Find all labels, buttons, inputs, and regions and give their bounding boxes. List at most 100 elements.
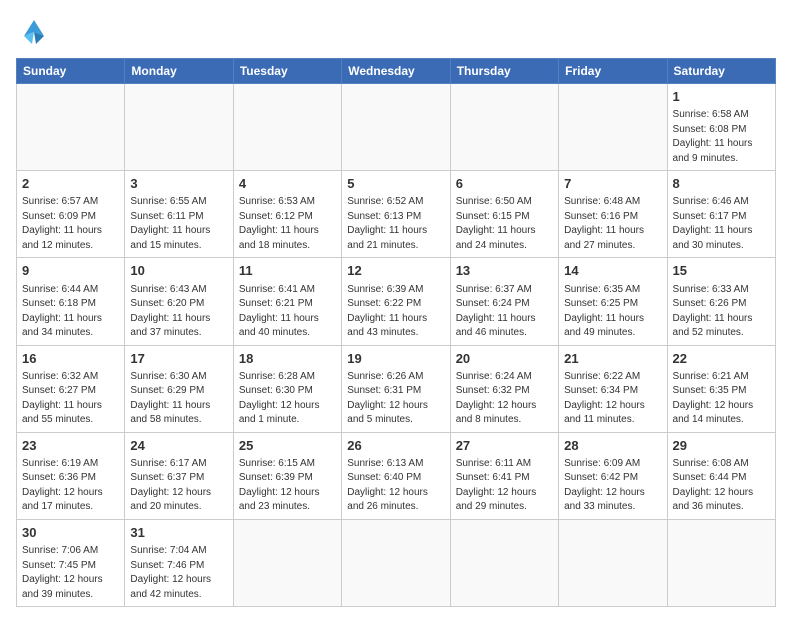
day-number: 8: [673, 175, 770, 193]
day-number: 5: [347, 175, 444, 193]
day-info: Sunrise: 6:46 AM Sunset: 6:17 PM Dayligh…: [673, 195, 770, 253]
day-number: 21: [564, 350, 661, 368]
calendar-cell: 2 Sunrise: 6:57 AM Sunset: 6:09 PM Daylig…: [17, 171, 125, 258]
calendar-cell: 20 Sunrise: 6:24 AM Sunset: 6:32 PM Dayli…: [450, 345, 558, 432]
day-number: 12: [347, 262, 444, 280]
calendar-cell: 6 Sunrise: 6:50 AM Sunset: 6:15 PM Daylig…: [450, 171, 558, 258]
calendar-cell: 1 Sunrise: 6:58 AM Sunset: 6:08 PM Daylig…: [667, 84, 775, 171]
calendar-week-row: 30Sunrise: 7:06 AM Sunset: 7:45 PM Dayli…: [17, 519, 776, 606]
day-info: Sunrise: 6:11 AM Sunset: 6:41 PM Dayligh…: [456, 457, 553, 515]
calendar-week-row: 9Sunrise: 6:44 AM Sunset: 6:18 PM Daylig…: [17, 258, 776, 345]
weekday-header-row: SundayMondayTuesdayWednesdayThursdayFrid…: [17, 59, 776, 84]
day-number: 20: [456, 350, 553, 368]
calendar-cell: 28Sunrise: 6:09 AM Sunset: 6:42 PM Dayli…: [559, 432, 667, 519]
calendar-cell: [450, 519, 558, 606]
calendar-cell: [17, 84, 125, 171]
weekday-header-friday: Friday: [559, 59, 667, 84]
day-info: Sunrise: 6:21 AM Sunset: 6:35 PM Dayligh…: [673, 370, 770, 428]
calendar-cell: 12 Sunrise: 6:39 AM Sunset: 6:22 PM Dayli…: [342, 258, 450, 345]
day-number: 27: [456, 437, 553, 455]
day-number: 4: [239, 175, 336, 193]
calendar-cell: 27 Sunrise: 6:11 AM Sunset: 6:41 PM Dayli…: [450, 432, 558, 519]
day-info: Sunrise: 6:13 AM Sunset: 6:40 PM Dayligh…: [347, 457, 444, 515]
calendar-cell: [559, 519, 667, 606]
day-info: Sunrise: 6:35 AM Sunset: 6:25 PM Dayligh…: [564, 283, 661, 341]
calendar-table: SundayMondayTuesdayWednesdayThursdayFrid…: [16, 58, 776, 607]
calendar-cell: 15Sunrise: 6:33 AM Sunset: 6:26 PM Dayli…: [667, 258, 775, 345]
calendar-cell: [233, 84, 341, 171]
day-info: Sunrise: 6:55 AM Sunset: 6:11 PM Dayligh…: [130, 195, 227, 253]
weekday-header-saturday: Saturday: [667, 59, 775, 84]
day-number: 22: [673, 350, 770, 368]
day-info: Sunrise: 6:26 AM Sunset: 6:31 PM Dayligh…: [347, 370, 444, 428]
day-number: 7: [564, 175, 661, 193]
calendar-cell: 3 Sunrise: 6:55 AM Sunset: 6:11 PM Daylig…: [125, 171, 233, 258]
day-number: 6: [456, 175, 553, 193]
calendar-cell: [667, 519, 775, 606]
calendar-cell: [233, 519, 341, 606]
day-number: 18: [239, 350, 336, 368]
day-number: 10: [130, 262, 227, 280]
day-number: 26: [347, 437, 444, 455]
day-info: Sunrise: 6:22 AM Sunset: 6:34 PM Dayligh…: [564, 370, 661, 428]
calendar-week-row: 2 Sunrise: 6:57 AM Sunset: 6:09 PM Daylig…: [17, 171, 776, 258]
day-number: 15: [673, 262, 770, 280]
day-info: Sunrise: 6:48 AM Sunset: 6:16 PM Dayligh…: [564, 195, 661, 253]
day-info: Sunrise: 6:08 AM Sunset: 6:44 PM Dayligh…: [673, 457, 770, 515]
weekday-header-monday: Monday: [125, 59, 233, 84]
day-number: 11: [239, 262, 336, 280]
calendar-cell: 26 Sunrise: 6:13 AM Sunset: 6:40 PM Dayli…: [342, 432, 450, 519]
calendar-cell: 9Sunrise: 6:44 AM Sunset: 6:18 PM Daylig…: [17, 258, 125, 345]
day-info: Sunrise: 7:06 AM Sunset: 7:45 PM Dayligh…: [22, 544, 119, 602]
weekday-header-tuesday: Tuesday: [233, 59, 341, 84]
logo-icon: [16, 16, 52, 48]
calendar-week-row: 23 Sunrise: 6:19 AM Sunset: 6:36 PM Dayli…: [17, 432, 776, 519]
calendar-cell: [450, 84, 558, 171]
day-number: 23: [22, 437, 119, 455]
calendar-cell: 17 Sunrise: 6:30 AM Sunset: 6:29 PM Dayli…: [125, 345, 233, 432]
calendar-cell: 21 Sunrise: 6:22 AM Sunset: 6:34 PM Dayli…: [559, 345, 667, 432]
calendar-cell: 29 Sunrise: 6:08 AM Sunset: 6:44 PM Dayli…: [667, 432, 775, 519]
calendar-cell: 4 Sunrise: 6:53 AM Sunset: 6:12 PM Daylig…: [233, 171, 341, 258]
day-number: 2: [22, 175, 119, 193]
day-info: Sunrise: 6:15 AM Sunset: 6:39 PM Dayligh…: [239, 457, 336, 515]
day-info: Sunrise: 6:28 AM Sunset: 6:30 PM Dayligh…: [239, 370, 336, 428]
day-info: Sunrise: 6:17 AM Sunset: 6:37 PM Dayligh…: [130, 457, 227, 515]
day-number: 3: [130, 175, 227, 193]
calendar-cell: 24Sunrise: 6:17 AM Sunset: 6:37 PM Dayli…: [125, 432, 233, 519]
day-info: Sunrise: 6:39 AM Sunset: 6:22 PM Dayligh…: [347, 283, 444, 341]
calendar-cell: 13 Sunrise: 6:37 AM Sunset: 6:24 PM Dayli…: [450, 258, 558, 345]
day-info: Sunrise: 6:30 AM Sunset: 6:29 PM Dayligh…: [130, 370, 227, 428]
day-number: 19: [347, 350, 444, 368]
day-number: 16: [22, 350, 119, 368]
calendar-cell: 19 Sunrise: 6:26 AM Sunset: 6:31 PM Dayli…: [342, 345, 450, 432]
day-number: 13: [456, 262, 553, 280]
calendar-cell: 31Sunrise: 7:04 AM Sunset: 7:46 PM Dayli…: [125, 519, 233, 606]
day-number: 25: [239, 437, 336, 455]
calendar-cell: 11 Sunrise: 6:41 AM Sunset: 6:21 PM Dayli…: [233, 258, 341, 345]
calendar-cell: 23 Sunrise: 6:19 AM Sunset: 6:36 PM Dayli…: [17, 432, 125, 519]
calendar-cell: [342, 84, 450, 171]
day-number: 29: [673, 437, 770, 455]
day-info: Sunrise: 6:41 AM Sunset: 6:21 PM Dayligh…: [239, 283, 336, 341]
weekday-header-thursday: Thursday: [450, 59, 558, 84]
day-info: Sunrise: 6:53 AM Sunset: 6:12 PM Dayligh…: [239, 195, 336, 253]
calendar-cell: 30Sunrise: 7:06 AM Sunset: 7:45 PM Dayli…: [17, 519, 125, 606]
calendar-cell: 25 Sunrise: 6:15 AM Sunset: 6:39 PM Dayli…: [233, 432, 341, 519]
day-number: 28: [564, 437, 661, 455]
day-info: Sunrise: 6:57 AM Sunset: 6:09 PM Dayligh…: [22, 195, 119, 253]
day-info: Sunrise: 6:37 AM Sunset: 6:24 PM Dayligh…: [456, 283, 553, 341]
day-info: Sunrise: 6:50 AM Sunset: 6:15 PM Dayligh…: [456, 195, 553, 253]
day-number: 1: [673, 88, 770, 106]
day-info: Sunrise: 6:58 AM Sunset: 6:08 PM Dayligh…: [673, 108, 770, 166]
day-number: 17: [130, 350, 227, 368]
calendar-week-row: 16 Sunrise: 6:32 AM Sunset: 6:27 PM Dayli…: [17, 345, 776, 432]
calendar-cell: 7 Sunrise: 6:48 AM Sunset: 6:16 PM Daylig…: [559, 171, 667, 258]
calendar-cell: 18 Sunrise: 6:28 AM Sunset: 6:30 PM Dayli…: [233, 345, 341, 432]
day-info: Sunrise: 6:19 AM Sunset: 6:36 PM Dayligh…: [22, 457, 119, 515]
calendar-cell: 5Sunrise: 6:52 AM Sunset: 6:13 PM Daylig…: [342, 171, 450, 258]
day-info: Sunrise: 6:32 AM Sunset: 6:27 PM Dayligh…: [22, 370, 119, 428]
day-info: Sunrise: 6:44 AM Sunset: 6:18 PM Dayligh…: [22, 283, 119, 341]
calendar-cell: [342, 519, 450, 606]
day-info: Sunrise: 6:24 AM Sunset: 6:32 PM Dayligh…: [456, 370, 553, 428]
